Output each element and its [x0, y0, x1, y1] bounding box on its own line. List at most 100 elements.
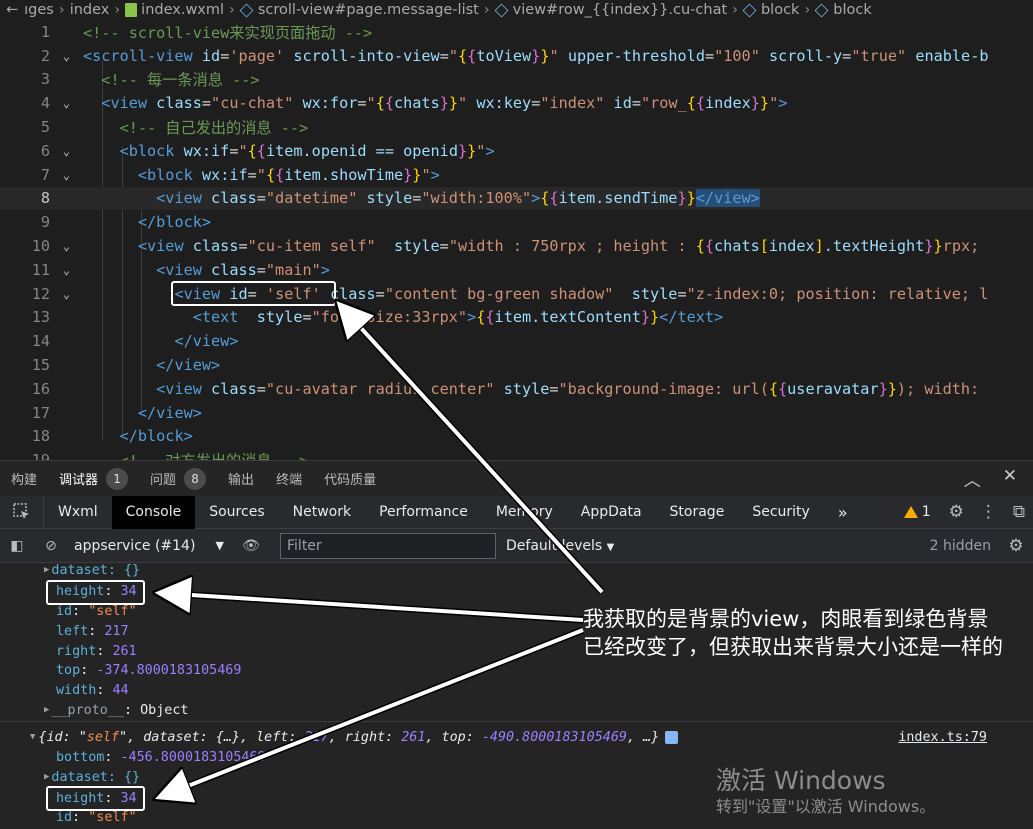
code-line: 10 ⌄ <view class="cu-item self" style="wi… [0, 234, 1033, 258]
console-property: height: 34 [56, 583, 137, 599]
line-number: 10 [31, 237, 50, 256]
tab-build[interactable]: 构建 [0, 461, 48, 497]
code-line: 15 </view> [0, 353, 1033, 377]
line-number: 1 [40, 22, 50, 41]
breadcrumb-item[interactable]: block [761, 2, 799, 18]
fold-chevron-icon[interactable]: ⌄ [50, 263, 83, 277]
watermark-title: 激活 Windows [716, 766, 886, 795]
breadcrumb-item[interactable]: index [70, 2, 110, 18]
prop-key: id [56, 809, 73, 825]
source-link[interactable]: index.ts:79 [898, 730, 987, 745]
summary-top: -490.8000183105469 [481, 729, 627, 745]
warnings-counter[interactable]: 1 [903, 504, 941, 520]
fold-chevron-icon[interactable]: ⌄ [50, 144, 83, 158]
code-line: 5 <!-- 自己发出的消息 --> [0, 115, 1033, 139]
context-select[interactable]: appservice (#14) ▼ [74, 538, 234, 554]
expand-triangle-icon[interactable]: ▼ [30, 732, 35, 742]
code-line: 19 <!-- 对方发出的消息 --> [0, 448, 1033, 460]
code-editor[interactable]: 1 <!-- scroll-view来实现页面拖动 --> 2 ⌄ <scroll… [0, 20, 1033, 460]
dock-icon[interactable]: ⧉ [1005, 502, 1033, 522]
tab-memory[interactable]: Memory [482, 496, 567, 529]
line-number: 12 [31, 284, 50, 303]
breadcrumb: ← ıges › index › index.wxml › scroll-vie… [0, 0, 1033, 20]
breadcrumb-item[interactable]: scroll-view#page.message-list [258, 2, 479, 18]
fold-chevron-icon[interactable]: ⌄ [50, 49, 83, 63]
tab-terminal[interactable]: 终端 [265, 461, 313, 497]
tab-storage[interactable]: Storage [656, 496, 739, 529]
code-line: 16 <view class="cu-avatar radius center"… [0, 377, 1033, 401]
tab-label: 问题 [150, 473, 177, 488]
line-number: 14 [31, 332, 50, 351]
code-line-active: 8 <view class="datetime" style="width:10… [0, 186, 1033, 211]
gear-icon[interactable]: ⚙ [941, 502, 972, 522]
warning-count: 1 [921, 504, 931, 520]
highlight-box-height-2 [46, 786, 145, 811]
tab-code-quality[interactable]: 代码质量 [313, 461, 387, 497]
fold-chevron-icon[interactable]: ⌄ [50, 96, 83, 110]
code-line: 6 ⌄ <block wx:if="{{item.openid == openid… [0, 139, 1033, 163]
fold-chevron-icon[interactable]: ⌄ [50, 168, 83, 182]
info-icon [665, 730, 679, 744]
code-line: 12 ⌄ <view id= 'self' class="content bg-g… [0, 282, 1033, 306]
log-levels-dropdown[interactable]: Default levels ▼ [506, 538, 614, 554]
inspect-element-icon[interactable] [0, 495, 44, 529]
tab-network[interactable]: Network [279, 496, 365, 529]
eye-icon[interactable]: 👁 [234, 538, 268, 554]
expand-triangle-icon[interactable]: ▶ [44, 565, 49, 575]
wxml-file-icon [125, 3, 138, 17]
console-property[interactable]: ▶ dataset: {} [0, 563, 1033, 580]
tab-problems[interactable]: 问题 8 [139, 461, 217, 497]
tab-performance[interactable]: Performance [365, 496, 482, 529]
line-number: 7 [40, 165, 50, 184]
line-number: 2 [40, 46, 50, 65]
console-property[interactable]: ▶ __proto__: Object [0, 700, 1033, 720]
prop-key: top [56, 662, 81, 678]
prop-value: "self" [88, 603, 137, 619]
prop-dataset: dataset: {} [51, 563, 141, 578]
code-line: 17 </view> [0, 401, 1033, 425]
summary-right: 261 [401, 729, 426, 745]
tab-output[interactable]: 输出 [217, 461, 265, 497]
watermark-subtitle: 转到"设置"以激活 Windows。 [716, 797, 936, 816]
highlight-box-height-1 [46, 580, 145, 605]
console-property: top: -374.8000183105469 [56, 662, 242, 678]
prop-value: -456.8000183105469 [120, 749, 266, 765]
close-icon[interactable]: ✕ [1003, 466, 1017, 491]
summary-left: 217 [304, 729, 329, 745]
chevron-right-icon: › [114, 2, 121, 18]
tab-sources[interactable]: Sources [195, 496, 278, 529]
console-toolbar: ◧ ⊘ appservice (#14) ▼ 👁 Filter Default … [0, 529, 1033, 563]
prop-key: width [56, 682, 97, 698]
clear-console-icon[interactable]: ⊘ [34, 538, 68, 554]
tab-security[interactable]: Security [738, 496, 824, 529]
sidebar-toggle-icon[interactable]: ◧ [0, 538, 34, 554]
prop-value: "self" [88, 809, 137, 825]
tab-debugger[interactable]: 调试器 1 [48, 461, 139, 497]
kebab-menu-icon[interactable]: ⋮ [972, 502, 1005, 522]
tab-appdata[interactable]: AppData [567, 496, 656, 529]
filter-input[interactable]: Filter [280, 532, 496, 559]
gear-icon[interactable]: ⚙ [999, 536, 1033, 556]
fold-chevron-icon[interactable]: ⌄ [50, 287, 83, 301]
fold-chevron-icon[interactable]: ⌄ [50, 239, 83, 253]
code-line: 11 ⌄ <view class="main"> [0, 258, 1033, 282]
prop-key: __proto__ [51, 702, 124, 718]
code-line: 13 <text style="font-size:33rpx">{{item.… [0, 306, 1033, 330]
code-line: 14 </view> [0, 329, 1033, 353]
back-arrow-icon[interactable]: ← [6, 2, 18, 18]
more-tabs-button[interactable]: » [824, 503, 862, 522]
expand-triangle-icon[interactable]: ▶ [44, 705, 49, 715]
console-log-entry[interactable]: ▼ {id: " self ", dataset: {…}, left: 217, r… [0, 727, 1033, 747]
line-number: 13 [31, 308, 50, 327]
breadcrumb-item[interactable]: view#row_{{index}}.cu-chat [513, 2, 727, 18]
chevron-right-icon: › [483, 2, 490, 18]
prop-key: id [56, 603, 73, 619]
breadcrumb-item[interactable]: index.wxml [141, 2, 224, 18]
chevron-up-icon[interactable]: ︿ [964, 466, 981, 491]
tab-console[interactable]: Console [111, 495, 196, 529]
code-line: 7 ⌄ <block wx:if="{{item.showTime}}"> [0, 163, 1033, 187]
tab-wxml[interactable]: Wxml [44, 496, 112, 529]
breadcrumb-item[interactable]: ıges [24, 2, 54, 18]
expand-triangle-icon[interactable]: ▶ [44, 772, 49, 782]
breadcrumb-item[interactable]: block [833, 2, 871, 18]
